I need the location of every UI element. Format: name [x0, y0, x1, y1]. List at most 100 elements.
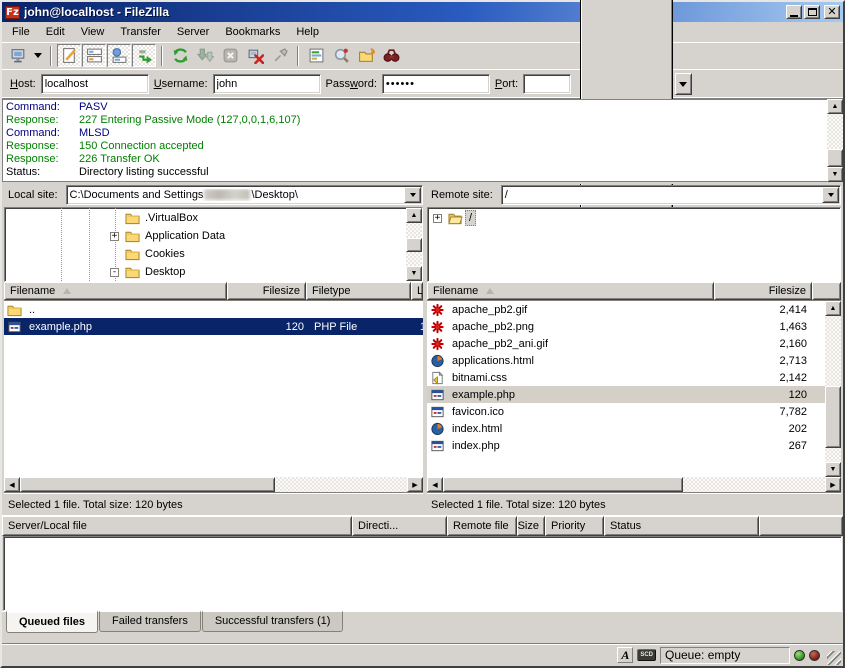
column-header-filename[interactable]: Filename: [4, 282, 227, 300]
scroll-right-icon[interactable]: ▶: [825, 477, 841, 492]
menu-transfer[interactable]: Transfer: [112, 23, 169, 41]
compare-icon: [333, 47, 350, 64]
scd-indicator-icon: SCD: [637, 649, 656, 661]
disconnect-button[interactable]: [243, 44, 267, 67]
close-button[interactable]: ✕: [824, 5, 840, 19]
reconnect-button[interactable]: [268, 44, 292, 67]
tree-item[interactable]: Cookies: [5, 245, 406, 263]
toolbar-separator: [297, 46, 299, 66]
port-input[interactable]: [523, 74, 571, 94]
activity-led-red-icon: [809, 650, 820, 661]
local-list-header: Filename Filesize Filetype L: [4, 282, 423, 301]
column-header-last-modified[interactable]: L: [411, 282, 423, 300]
scroll-up-icon[interactable]: ▲: [406, 208, 422, 223]
expander-icon[interactable]: -: [110, 268, 119, 277]
scroll-up-icon[interactable]: ▲: [825, 301, 841, 316]
scrollbar-thumb[interactable]: [20, 477, 275, 492]
password-input[interactable]: [382, 74, 490, 94]
menu-view[interactable]: View: [73, 23, 113, 41]
column-header-filesize[interactable]: Filesize: [227, 282, 306, 300]
scroll-down-icon[interactable]: ▼: [825, 462, 841, 477]
expander-icon[interactable]: +: [433, 214, 442, 223]
file-row[interactable]: applications.html2,713: [427, 352, 825, 369]
column-header-remote-file[interactable]: Remote file: [447, 516, 517, 536]
menu-edit[interactable]: Edit: [38, 23, 73, 41]
tree-item[interactable]: -Desktop: [5, 263, 406, 281]
toggle-queue-button[interactable]: [132, 44, 156, 67]
local-path-combobox[interactable]: C:\Documents and Settings\Desktop\: [66, 185, 423, 205]
cancel-button[interactable]: [218, 44, 242, 67]
resize-grip[interactable]: [827, 651, 841, 665]
tab-failed-transfers[interactable]: Failed transfers: [99, 611, 201, 632]
tab-queued-files[interactable]: Queued files: [6, 611, 98, 633]
file-row-selected[interactable]: example.php 120 PHP File 1: [4, 318, 423, 335]
column-header-filetype[interactable]: Filetype: [306, 282, 411, 300]
refresh-button[interactable]: [168, 44, 192, 67]
file-row[interactable]: apache_pb2_ani.gif2,160: [427, 335, 825, 352]
menu-bookmarks[interactable]: Bookmarks: [217, 23, 288, 41]
local-list-hscrollbar[interactable]: ◀ ▶: [4, 477, 423, 492]
column-header-filename[interactable]: Filename: [427, 282, 714, 300]
tab-successful-transfers[interactable]: Successful transfers (1): [202, 611, 344, 632]
expander-icon[interactable]: +: [110, 232, 119, 241]
column-header-status[interactable]: Status: [604, 516, 759, 536]
log-line: Status:Directory listing successful: [3, 166, 827, 179]
scrollbar-thumb[interactable]: [443, 477, 683, 492]
file-row[interactable]: apache_pb2.png1,463: [427, 318, 825, 335]
queue-tabs: Queued files Failed transfers Successful…: [2, 611, 843, 633]
quickconnect-dropdown-button[interactable]: [675, 73, 692, 95]
scroll-down-icon[interactable]: ▼: [827, 167, 843, 182]
host-input[interactable]: [41, 74, 149, 94]
local-tree-scrollbar[interactable]: ▲ ▼: [406, 208, 422, 281]
column-header-priority[interactable]: Priority: [545, 516, 604, 536]
file-row-selected[interactable]: example.php120: [427, 386, 825, 403]
column-header-direction[interactable]: Directi...: [352, 516, 447, 536]
toggle-log-button[interactable]: [57, 44, 81, 67]
sync-browsing-button[interactable]: [354, 44, 378, 67]
site-manager-dropdown-button[interactable]: [31, 44, 45, 67]
column-header-server-local-file[interactable]: Server/Local file: [2, 516, 352, 536]
process-queue-button[interactable]: [193, 44, 217, 67]
toggle-local-tree-button[interactable]: [82, 44, 106, 67]
scroll-right-icon[interactable]: ▶: [407, 477, 423, 492]
column-header-filesize[interactable]: Filesize: [714, 282, 812, 300]
remote-path-combobox[interactable]: /: [501, 185, 841, 205]
filter-button[interactable]: [304, 44, 328, 67]
maximize-button[interactable]: [804, 5, 820, 19]
scroll-left-icon[interactable]: ◀: [427, 477, 443, 492]
remote-path-dropdown-button[interactable]: [822, 187, 839, 203]
toggle-remote-tree-button[interactable]: [107, 44, 131, 67]
local-path-dropdown-button[interactable]: [404, 187, 421, 203]
compare-button[interactable]: [329, 44, 353, 67]
title-bar[interactable]: Fz john@localhost - FileZilla ✕: [2, 2, 843, 22]
menu-server[interactable]: Server: [169, 23, 217, 41]
close-icon: ✕: [827, 7, 836, 17]
file-row[interactable]: index.php267: [427, 437, 825, 454]
tree-item[interactable]: .VirtualBox: [5, 209, 406, 227]
file-row[interactable]: favicon.ico7,782: [427, 403, 825, 420]
scroll-down-icon[interactable]: ▼: [406, 266, 422, 281]
file-row[interactable]: apache_pb2.gif2,414: [427, 301, 825, 318]
username-input[interactable]: [213, 74, 321, 94]
log-scrollbar[interactable]: ▲ ▼: [827, 99, 843, 182]
maximize-icon: [808, 8, 817, 16]
find-button[interactable]: [379, 44, 403, 67]
remote-list-hscrollbar[interactable]: ◀ ▶: [427, 477, 841, 492]
remote-list-scrollbar[interactable]: ▲ ▼: [825, 301, 841, 477]
scrollbar-thumb[interactable]: [825, 386, 841, 448]
scrollbar-thumb[interactable]: [827, 149, 843, 167]
menu-file[interactable]: File: [4, 23, 38, 41]
file-row[interactable]: ..: [4, 301, 423, 318]
tree-item[interactable]: + /: [428, 209, 840, 227]
column-header-size[interactable]: Size: [517, 516, 545, 536]
site-manager-button[interactable]: [6, 44, 30, 67]
minimize-button[interactable]: [786, 5, 802, 19]
file-row[interactable]: index.html202: [427, 420, 825, 437]
menu-help[interactable]: Help: [288, 23, 327, 41]
image-file-icon: [430, 303, 445, 317]
file-row[interactable]: bitnami.css2,142: [427, 369, 825, 386]
tree-item[interactable]: +Application Data: [5, 227, 406, 245]
scroll-left-icon[interactable]: ◀: [4, 477, 20, 492]
scroll-up-icon[interactable]: ▲: [827, 99, 843, 114]
scrollbar-thumb[interactable]: [406, 238, 422, 252]
